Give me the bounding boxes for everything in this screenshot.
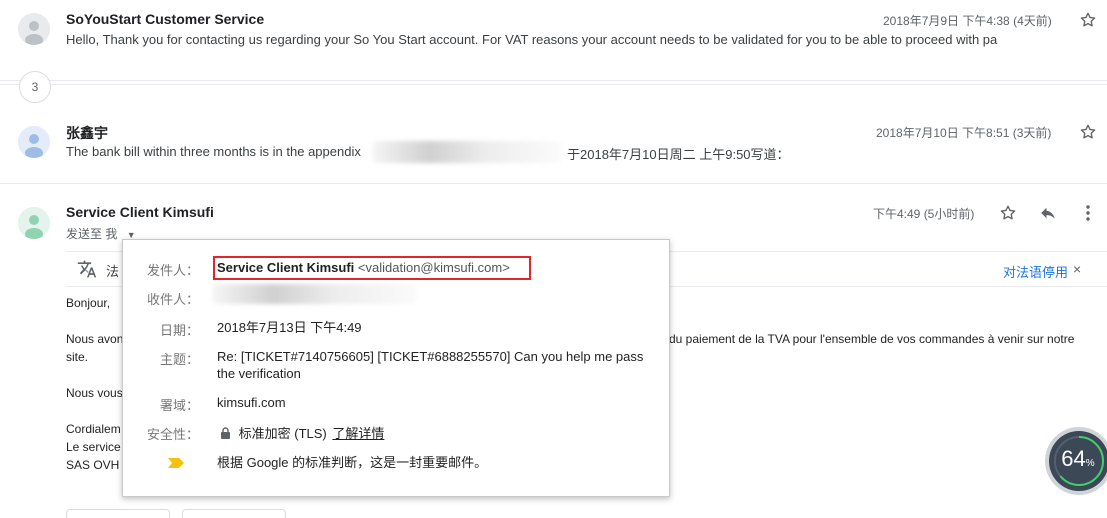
security-label: 安全性： xyxy=(146,427,199,442)
collapsed-divider-top xyxy=(0,80,1107,81)
translate-from-language[interactable]: 法 xyxy=(106,261,119,280)
sent-to-label: 发送至 我 xyxy=(66,227,118,241)
star-icon[interactable] xyxy=(1077,9,1099,31)
star-icon[interactable] xyxy=(997,202,1019,224)
body-closing: Cordialem xyxy=(66,422,121,436)
message-date: 2018年7月9日 下午4:38 (4天前) xyxy=(883,14,1052,28)
security-text: 标准加密 (TLS) xyxy=(238,426,327,441)
message-snippet-end[interactable]: 于2018年7月10日周二 上午9:50写道： xyxy=(567,144,790,163)
redacted-email-blur xyxy=(372,141,562,163)
body-paragraph-2: Nous vous xyxy=(66,386,123,400)
sender-avatar[interactable] xyxy=(18,207,50,239)
importance-text: 根据 Google 的标准判断，这是一封重要邮件。 xyxy=(217,455,488,470)
body-paragraph-start: Nous avon xyxy=(66,332,124,346)
importance-marker-icon xyxy=(167,457,185,472)
message-snippet[interactable]: Hello, Thank you for contacting us regar… xyxy=(66,32,1036,47)
reply-button[interactable] xyxy=(66,509,170,518)
sender-highlight-box xyxy=(213,256,531,280)
sender-name[interactable]: 张鑫宇 xyxy=(66,123,108,143)
lock-icon xyxy=(220,426,231,443)
body-greeting: Bonjour, xyxy=(66,296,111,310)
star-icon[interactable] xyxy=(1077,121,1099,143)
forward-button[interactable] xyxy=(182,509,286,518)
more-options-icon[interactable] xyxy=(1077,202,1099,224)
progress-widget[interactable]: 64% xyxy=(1049,431,1107,491)
message-date: 下午4:49 (5小时前) xyxy=(873,207,975,221)
reply-icon[interactable] xyxy=(1037,202,1059,224)
translate-icon xyxy=(76,258,98,280)
progress-value: 64 xyxy=(1061,446,1086,471)
sender-avatar[interactable] xyxy=(18,13,50,45)
redacted-recipient-blur xyxy=(212,284,417,304)
body-signature-2: SAS OVH xyxy=(66,458,120,472)
learn-more-link[interactable]: 了解详情 xyxy=(332,426,384,441)
subject-label: 主题： xyxy=(159,352,199,367)
signed-by-value: kimsufi.com xyxy=(217,395,286,410)
stop-translate-link[interactable]: 对法语停用 xyxy=(1003,262,1068,281)
sender-name[interactable]: Service Client Kimsufi xyxy=(66,204,214,220)
security-value: 标准加密 (TLS) 了解详情 xyxy=(220,425,384,443)
to-label: 收件人： xyxy=(146,292,199,307)
message-divider xyxy=(0,183,1107,184)
translate-bar-close-icon[interactable]: × xyxy=(1073,261,1081,277)
body-signature-1: Le service xyxy=(66,440,121,454)
date-label: 日期： xyxy=(159,323,199,338)
sender-name[interactable]: SoYouStart Customer Service xyxy=(66,11,264,27)
collapsed-messages-count[interactable]: 3 xyxy=(19,71,51,103)
date-value: 2018年7月13日 下午4:49 xyxy=(217,320,362,335)
sender-avatar[interactable] xyxy=(18,126,50,158)
signed-by-label: 署域： xyxy=(159,398,199,413)
body-paragraph-continued: du paiement de la TVA pour l'ensemble de… xyxy=(669,332,1075,346)
message-snippet-start[interactable]: The bank bill within three months is in … xyxy=(66,144,361,159)
progress-unit: % xyxy=(1085,458,1095,469)
from-label: 发件人： xyxy=(146,263,199,278)
collapsed-divider-bottom xyxy=(0,84,1107,85)
message-date: 2018年7月10日 下午8:51 (3天前) xyxy=(876,126,1052,140)
body-paragraph-end: site. xyxy=(66,350,89,364)
subject-value: Re: [TICKET#7140756605] [TICKET#68882555… xyxy=(217,349,644,381)
